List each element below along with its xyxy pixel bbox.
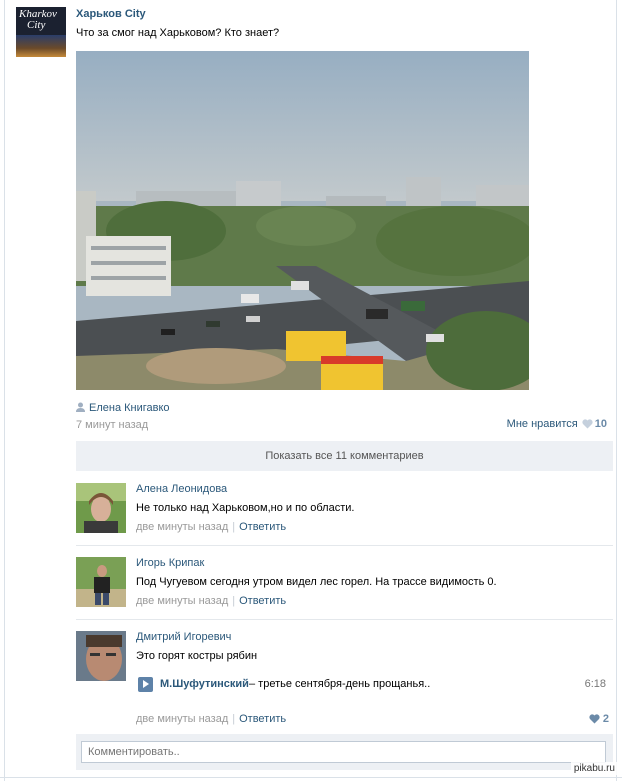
city-smog-photo — [76, 51, 529, 390]
post-signer[interactable]: Елена Книгавко — [76, 402, 170, 414]
comment-text: Это горят костры рябин — [136, 650, 258, 662]
comment-author-link[interactable]: Дмитрий Игоревич — [136, 631, 231, 643]
audio-title: – третье сентября-день прощанья.. — [249, 678, 431, 690]
user-icon — [76, 402, 85, 412]
bottom-divider — [0, 777, 622, 778]
post-like-button[interactable]: Мне нравится 10 — [507, 418, 607, 432]
like-label: Мне нравится — [506, 418, 578, 430]
comment-item: Алена Леонидова Не только над Харьковом,… — [76, 483, 613, 543]
comment-item: Игорь Крипак Под Чугуевом сегодня утром … — [76, 557, 613, 617]
reply-button[interactable]: Ответить — [239, 521, 286, 533]
post-author-link[interactable]: Харьков City — [76, 8, 146, 20]
audio-duration: 6:18 — [584, 678, 606, 690]
post-photo[interactable] — [76, 51, 529, 390]
audio-artist[interactable]: М.Шуфутинский — [160, 678, 249, 690]
comment-item: Дмитрий Игоревич Это горят костры рябин … — [76, 631, 613, 726]
heart-icon — [589, 714, 600, 727]
comment-text: Под Чугуевом сегодня утром видел лес гор… — [136, 576, 497, 588]
post-text: Что за смог над Харьковом? Кто знает? — [76, 27, 280, 39]
post-frame: Kharkov City Харьков City Что за смог на… — [0, 0, 622, 781]
play-icon[interactable] — [138, 677, 153, 692]
comment-time[interactable]: две минуты назад — [136, 595, 228, 607]
comment-author-link[interactable]: Алена Леонидова — [136, 483, 227, 495]
comment-time[interactable]: две минуты назад — [136, 713, 228, 725]
audio-attachment: М.Шуфутинский – третье сентября-день про… — [136, 675, 613, 695]
avatar[interactable] — [76, 483, 126, 533]
avatar[interactable] — [76, 631, 126, 681]
signer-name: Елена Книгавко — [89, 402, 170, 414]
watermark: pikabu.ru — [570, 762, 618, 775]
comment-meta: две минуты назад | Ответить — [136, 521, 287, 533]
post-time[interactable]: 7 минут назад — [76, 419, 148, 431]
comment-like-count: 2 — [602, 713, 609, 725]
comment-like-button[interactable]: 2 — [589, 713, 609, 727]
comment-box — [76, 734, 613, 770]
show-all-comments-button[interactable]: Показать все 11 комментариев — [76, 441, 613, 471]
comment-meta: две минуты назад | Ответить — [136, 713, 287, 725]
avatar[interactable] — [76, 557, 126, 607]
heart-icon — [582, 419, 593, 432]
comment-author-link[interactable]: Игорь Крипак — [136, 557, 204, 569]
left-border — [4, 0, 5, 781]
comment-meta: две минуты назад | Ответить — [136, 595, 287, 607]
reply-button[interactable]: Ответить — [239, 713, 286, 725]
comment-divider — [76, 619, 613, 620]
comment-divider — [76, 545, 613, 546]
group-avatar[interactable]: Kharkov City — [16, 7, 66, 57]
avatar-logo-text: Kharkov City — [19, 8, 57, 31]
reply-button[interactable]: Ответить — [239, 595, 286, 607]
comment-input[interactable] — [81, 741, 606, 763]
right-border — [616, 0, 617, 781]
like-count: 10 — [594, 418, 607, 430]
comment-time[interactable]: две минуты назад — [136, 521, 228, 533]
comment-text: Не только над Харьковом,но и по области. — [136, 502, 355, 514]
avatar-city-image — [16, 35, 66, 57]
